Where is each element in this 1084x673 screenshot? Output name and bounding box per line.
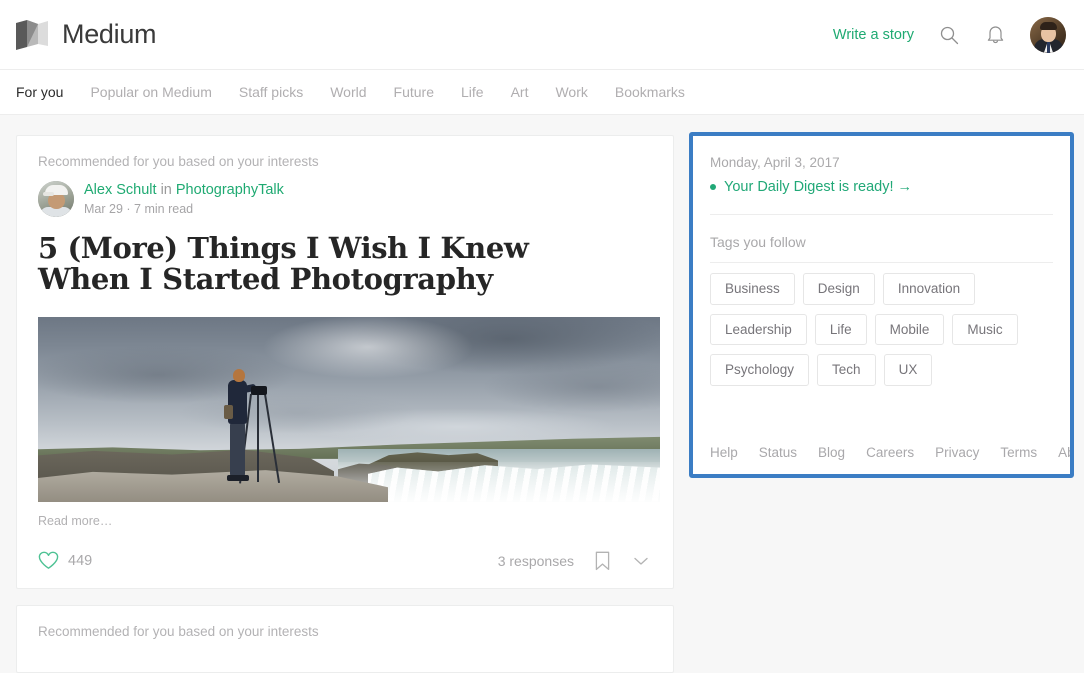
footer-link-help[interactable]: Help	[710, 445, 738, 460]
nav-item-art[interactable]: Art	[511, 84, 529, 100]
tags-you-follow-heading: Tags you follow	[710, 234, 1053, 250]
article-title[interactable]: 5 (More) Things I Wish I Knew When I Sta…	[38, 233, 598, 294]
article-card[interactable]: Recommended for you based on your intere…	[16, 135, 674, 589]
nav-item-world[interactable]: World	[330, 84, 366, 100]
search-icon[interactable]	[938, 24, 960, 46]
chevron-down-icon[interactable]	[630, 550, 652, 572]
write-a-story-link[interactable]: Write a story	[833, 27, 914, 43]
tag-chip-tech[interactable]: Tech	[817, 354, 876, 386]
like-count: 449	[68, 553, 92, 569]
hero-photographer	[220, 369, 266, 493]
nav-item-popular-on-medium[interactable]: Popular on Medium	[90, 84, 211, 100]
heart-icon	[38, 551, 59, 570]
photographer-head	[233, 369, 245, 382]
brand-logo-area[interactable]: Medium	[16, 19, 156, 50]
sidebar-panel-highlighted: Monday, April 3, 2017 Your Daily Digest …	[689, 132, 1074, 478]
tag-list: Business Design Innovation Leadership Li…	[710, 263, 1053, 386]
byline-text: Alex Schult in PhotographyTalk Mar 29 · …	[84, 181, 284, 217]
photographer-legs	[230, 422, 245, 477]
article-feed: Recommended for you based on your intere…	[16, 135, 674, 673]
sidebar-column: Monday, April 3, 2017 Your Daily Digest …	[689, 132, 1077, 478]
article-hero-image[interactable]	[38, 317, 660, 502]
read-more-label[interactable]: Read more…	[38, 514, 652, 528]
tag-chip-business[interactable]: Business	[710, 273, 795, 305]
header-actions: Write a story	[833, 17, 1066, 53]
unread-dot-icon	[710, 184, 716, 190]
article-read-time: 7 min read	[134, 202, 193, 216]
recommendation-label: Recommended for you based on your intere…	[38, 624, 652, 639]
tag-chip-music[interactable]: Music	[952, 314, 1017, 346]
footer-link-terms[interactable]: Terms	[1000, 445, 1037, 460]
byline-meta: Mar 29 · 7 min read	[84, 201, 284, 218]
author-avatar[interactable]	[38, 181, 74, 217]
nav-item-for-you[interactable]: For you	[16, 84, 63, 100]
tag-chip-leadership[interactable]: Leadership	[710, 314, 807, 346]
bookmark-icon[interactable]	[591, 550, 613, 572]
author-avatar-cap-brim	[43, 192, 54, 196]
article-date: Mar 29	[84, 202, 123, 216]
avatar-hair	[1040, 22, 1057, 30]
tag-chip-ux[interactable]: UX	[884, 354, 933, 386]
digest-date: Monday, April 3, 2017	[710, 155, 1053, 170]
nav-item-bookmarks[interactable]: Bookmarks	[615, 84, 685, 100]
footer-link-privacy[interactable]: Privacy	[935, 445, 979, 460]
main-navigation-tabs: For you Popular on Medium Staff picks Wo…	[0, 70, 1084, 115]
tag-chip-mobile[interactable]: Mobile	[875, 314, 945, 346]
article-footer-actions: 3 responses	[498, 550, 652, 572]
page-body: Recommended for you based on your intere…	[0, 115, 1084, 673]
photographer-bag	[224, 405, 233, 419]
nav-item-staff-picks[interactable]: Staff picks	[239, 84, 303, 100]
avatar-tie	[1047, 42, 1050, 53]
nav-item-future[interactable]: Future	[394, 84, 434, 100]
bell-icon[interactable]	[984, 24, 1006, 46]
author-name-link[interactable]: Alex Schult	[84, 182, 157, 198]
tag-chip-design[interactable]: Design	[803, 273, 875, 305]
sidebar-divider	[710, 214, 1053, 215]
publication-link[interactable]: PhotographyTalk	[176, 182, 284, 198]
byline-authors: Alex Schult in PhotographyTalk	[84, 181, 284, 201]
footer-link-blog[interactable]: Blog	[818, 445, 845, 460]
photographer-shoes	[227, 475, 249, 481]
article-byline: Alex Schult in PhotographyTalk Mar 29 · …	[38, 181, 652, 217]
camera-icon	[251, 386, 267, 395]
daily-digest-link[interactable]: Your Daily Digest is ready! →	[710, 179, 1053, 195]
tripod-leg-center	[257, 394, 259, 482]
responses-link[interactable]: 3 responses	[498, 553, 574, 569]
like-button[interactable]: 449	[38, 551, 92, 570]
nav-item-life[interactable]: Life	[461, 84, 484, 100]
article-card[interactable]: Recommended for you based on your intere…	[16, 605, 674, 673]
footer-link-status[interactable]: Status	[759, 445, 797, 460]
footer-link-about[interactable]: About	[1058, 445, 1074, 460]
meta-separator: ·	[126, 202, 130, 216]
byline-in-word: in	[157, 182, 176, 198]
top-header-bar: Medium Write a story	[0, 0, 1084, 70]
avatar[interactable]	[1030, 17, 1066, 53]
tag-chip-psychology[interactable]: Psychology	[710, 354, 809, 386]
daily-digest-label: Your Daily Digest is ready! →	[724, 179, 912, 195]
nav-item-work[interactable]: Work	[555, 84, 587, 100]
medium-logo-icon	[16, 20, 48, 50]
sidebar-footer-links: Help Status Blog Careers Privacy Terms A…	[710, 445, 1074, 460]
footer-link-careers[interactable]: Careers	[866, 445, 914, 460]
recommendation-label: Recommended for you based on your intere…	[38, 154, 652, 169]
tag-chip-life[interactable]: Life	[815, 314, 867, 346]
brand-name: Medium	[62, 19, 156, 50]
tag-chip-innovation[interactable]: Innovation	[883, 273, 975, 305]
article-card-footer: 449 3 responses	[38, 534, 652, 588]
